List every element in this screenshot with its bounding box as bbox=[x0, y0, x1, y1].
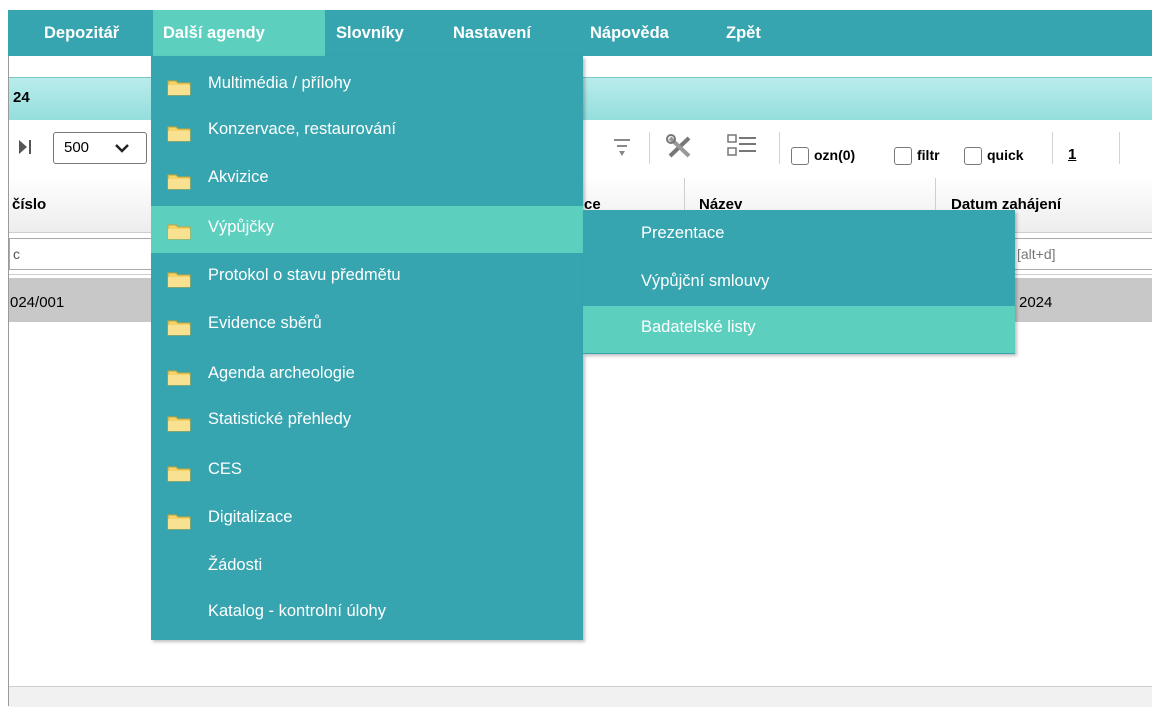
dropdown-item-katalog-kontrolni-ulohy[interactable]: Katalog - kontrolní úlohy bbox=[151, 590, 583, 637]
column-header-cislo[interactable]: číslo bbox=[12, 196, 46, 213]
tools-icon[interactable] bbox=[665, 133, 695, 161]
dropdown-item-statisticke-prehledy[interactable]: Statistické přehledy bbox=[151, 398, 583, 445]
filter-value-cislo: c bbox=[13, 246, 20, 262]
panel-title: 24 bbox=[13, 89, 30, 106]
submenu-item-prezentace[interactable]: Prezentace bbox=[583, 212, 1015, 259]
menu-nastaveni[interactable]: Nastavení bbox=[443, 10, 541, 56]
dropdown-item-label: Evidence sběrů bbox=[208, 314, 322, 332]
cell-datum: 2024 bbox=[1019, 294, 1053, 311]
menu-zpet[interactable]: Zpět bbox=[716, 10, 771, 56]
folder-icon bbox=[167, 370, 191, 386]
dropdown-item-multimedia[interactable]: Multimédia / přílohy bbox=[151, 62, 583, 109]
dropdown-item-label: Akvizice bbox=[208, 168, 269, 186]
submenu-item-vypujcni-smlouvy[interactable]: Výpůjční smlouvy bbox=[583, 260, 1015, 307]
menu-depozitar[interactable]: Depozitář bbox=[34, 10, 129, 56]
dropdown-item-zadosti[interactable]: Žádosti bbox=[151, 544, 583, 591]
dropdown-item-vypujcky[interactable]: Výpůjčky bbox=[151, 206, 583, 253]
filter-input-cislo[interactable]: c bbox=[9, 238, 153, 270]
folder-icon bbox=[167, 80, 191, 96]
filter-input-datum[interactable]: [alt+d] bbox=[1009, 238, 1152, 270]
dropdown-item-label: Statistické přehledy bbox=[208, 410, 352, 428]
submenu-item-badatelske-listy[interactable]: Badatelské listy bbox=[583, 306, 1015, 353]
dropdown-item-konzervace[interactable]: Konzervace, restaurování bbox=[151, 108, 583, 155]
dropdown-item-digitalizace[interactable]: Digitalizace bbox=[151, 496, 583, 543]
columns-icon[interactable] bbox=[727, 133, 757, 161]
toolbar-separator bbox=[1052, 132, 1053, 164]
dropdown-item-label: Multimédia / přílohy bbox=[208, 74, 352, 92]
filter-icon[interactable] bbox=[613, 135, 631, 159]
vypujcky-submenu: Prezentace Výpůjční smlouvy Badatelské l… bbox=[583, 210, 1015, 354]
toolbar-separator bbox=[649, 132, 650, 164]
cell-cislo: 024/001 bbox=[10, 294, 65, 311]
horizontal-scrollbar[interactable] bbox=[9, 686, 1152, 707]
checkbox-filtr-label: filtr bbox=[917, 147, 940, 163]
folder-icon bbox=[167, 514, 191, 530]
submenu-item-label: Prezentace bbox=[641, 224, 725, 242]
checkbox-filtr[interactable] bbox=[894, 147, 912, 165]
folder-icon bbox=[167, 272, 191, 288]
dropdown-item-ces[interactable]: CES bbox=[151, 448, 583, 495]
submenu-item-label: Badatelské listy bbox=[641, 318, 756, 336]
dropdown-item-protokol[interactable]: Protokol o stavu předmětu bbox=[151, 254, 583, 301]
dropdown-item-label: CES bbox=[208, 460, 242, 478]
checkbox-quick-label: quick bbox=[987, 147, 1024, 163]
folder-icon bbox=[167, 466, 191, 482]
toolbar-separator bbox=[1119, 132, 1120, 164]
folder-icon bbox=[167, 174, 191, 190]
dropdown-item-evidence-sberu[interactable]: Evidence sběrů bbox=[151, 302, 583, 349]
dropdown-item-label: Digitalizace bbox=[208, 508, 293, 526]
chevron-down-icon bbox=[115, 144, 129, 153]
dropdown-item-label: Konzervace, restaurování bbox=[208, 120, 397, 138]
folder-icon bbox=[167, 224, 191, 240]
folder-icon bbox=[167, 320, 191, 336]
dropdown-item-label: Žádosti bbox=[208, 556, 263, 574]
main-menubar: Depozitář Další agendy Slovníky Nastaven… bbox=[8, 10, 1152, 56]
submenu-item-label: Výpůjční smlouvy bbox=[641, 272, 770, 290]
dropdown-item-label: Výpůjčky bbox=[208, 218, 275, 236]
dropdown-item-label: Katalog - kontrolní úlohy bbox=[208, 602, 386, 620]
dropdown-item-label: Protokol o stavu předmětu bbox=[208, 266, 401, 284]
dalsi-agendy-dropdown: Multimédia / přílohy Konzervace, restaur… bbox=[151, 56, 583, 640]
page-number-link[interactable]: 1 bbox=[1068, 146, 1076, 163]
dropdown-item-label: Agenda archeologie bbox=[208, 364, 355, 382]
dropdown-item-akvizice[interactable]: Akvizice bbox=[151, 156, 583, 203]
last-page-icon[interactable] bbox=[17, 138, 33, 156]
page-size-value: 500 bbox=[64, 139, 90, 156]
dropdown-item-agenda-archeologie[interactable]: Agenda archeologie bbox=[151, 352, 583, 399]
menu-slovniky[interactable]: Slovníky bbox=[326, 10, 414, 56]
menu-dalsi-agendy[interactable]: Další agendy bbox=[153, 10, 325, 56]
filter-placeholder-datum: [alt+d] bbox=[1017, 246, 1056, 262]
page-size-select[interactable]: 500 bbox=[53, 132, 147, 164]
toolbar-separator bbox=[779, 132, 780, 164]
checkbox-ozn-label: ozn(0) bbox=[814, 147, 856, 163]
menu-napoveda[interactable]: Nápověda bbox=[580, 10, 679, 56]
checkbox-quick[interactable] bbox=[964, 147, 982, 165]
folder-icon bbox=[167, 126, 191, 142]
folder-icon bbox=[167, 416, 191, 432]
checkbox-ozn[interactable] bbox=[791, 147, 809, 165]
